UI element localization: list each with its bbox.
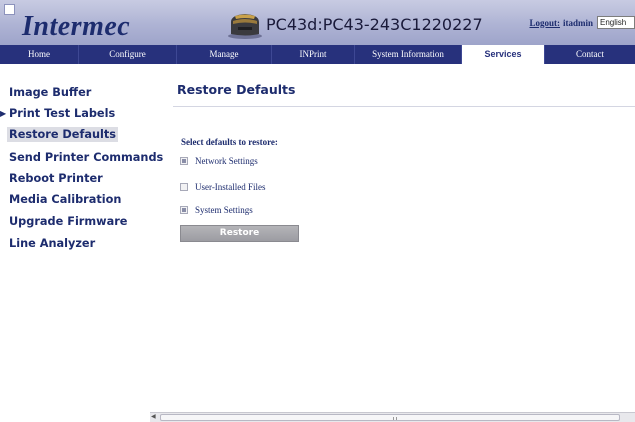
language-value: English [600,18,627,27]
header-band: Intermec PC43d:PC43-243C1220227 Logout: … [0,0,635,45]
sidebar: Image Buffer ▶ Print Test Labels Restore… [0,72,163,422]
nav-configure[interactable]: Configure [79,45,177,64]
system-settings-checkbox[interactable] [180,206,188,214]
section-label: Select defaults to restore: [181,137,278,147]
option-label: User-Installed Files [195,182,266,192]
sidebar-item-restore-defaults[interactable]: Restore Defaults [7,127,119,142]
option-label: Network Settings [195,156,258,166]
nav-manage[interactable]: Manage [177,45,272,64]
nav-home[interactable]: Home [0,45,79,64]
scrollbar-thumb[interactable] [160,414,620,421]
nav-inprint[interactable]: INPrint [272,45,355,64]
logout-link[interactable]: Logout: [529,17,560,29]
sidebar-item-send-printer-commands[interactable]: Send Printer Commands [9,150,163,165]
sidebar-item-image-buffer[interactable]: Image Buffer [9,85,91,100]
language-select[interactable]: English ▼ [597,16,635,29]
user-area: Logout: itadmin English ▼ [529,16,635,29]
main-nav: Home Configure Manage INPrint System Inf… [0,45,635,64]
sidebar-item-print-test-labels[interactable]: Print Test Labels [9,106,115,121]
user-installed-files-checkbox[interactable] [180,183,188,191]
title-divider [173,106,635,107]
option-label: System Settings [195,205,253,215]
sidebar-item-reboot-printer[interactable]: Reboot Printer [9,171,103,186]
option-network-settings[interactable]: Network Settings [180,155,258,167]
sidebar-item-media-calibration[interactable]: Media Calibration [9,192,121,207]
window-corner-icon [4,4,15,15]
restore-button[interactable]: Restore [180,225,299,242]
sidebar-item-upgrade-firmware[interactable]: Upgrade Firmware [9,214,127,229]
main-content: Restore Defaults Select defaults to rest… [160,64,635,422]
printer-icon [228,14,262,39]
sidebar-item-line-analyzer[interactable]: Line Analyzer [9,236,95,251]
nav-services[interactable]: Services [462,45,545,64]
option-system-settings[interactable]: System Settings [180,204,253,216]
grip-icon [393,417,397,420]
intermec-logo: Intermec [22,11,131,42]
network-settings-checkbox[interactable] [180,157,188,165]
device-title: PC43d:PC43-243C1220227 [266,15,483,34]
user-name: itadmin [562,17,593,28]
option-user-installed-files[interactable]: User-Installed Files [180,181,266,193]
scroll-left-icon[interactable]: ◀ [151,413,156,422]
horizontal-scrollbar[interactable]: ◀ [150,412,635,422]
page-title: Restore Defaults [177,82,296,97]
nav-system-information[interactable]: System Information [355,45,462,64]
nav-contact[interactable]: Contact [545,45,635,64]
expand-arrow-icon[interactable]: ▶ [0,106,6,121]
